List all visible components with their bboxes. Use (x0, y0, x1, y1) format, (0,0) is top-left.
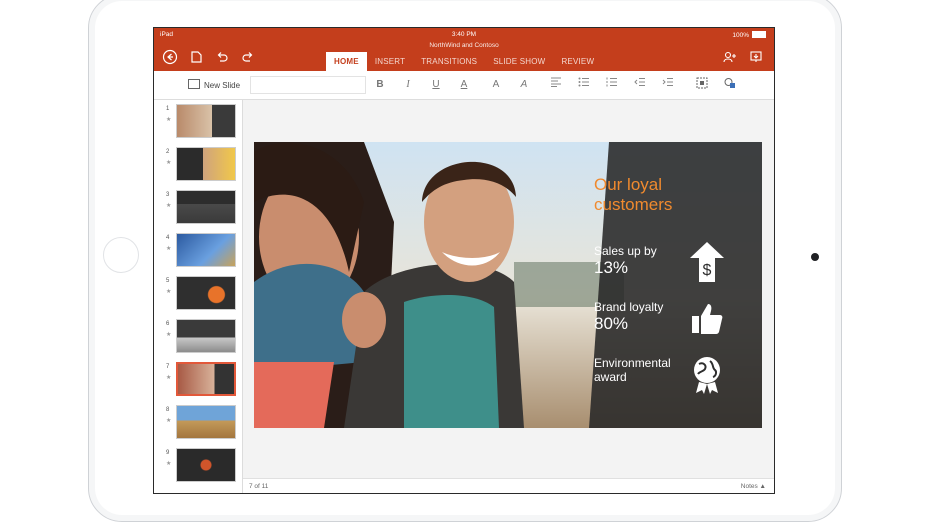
battery-status: 100% (732, 31, 766, 39)
ribbon-tabs: HOME INSERT TRANSITIONS SLIDE SHOW REVIE… (326, 52, 602, 71)
undo-icon[interactable] (214, 49, 230, 65)
globe-award-icon (690, 356, 724, 394)
thumbnail-number: 1 (166, 106, 170, 112)
select-icon[interactable] (694, 77, 710, 93)
slide-thumbnail[interactable]: 5 ★ (164, 276, 238, 312)
app-screen: iPad 3:40 PM 100% NorthWind and Contoso … (153, 27, 775, 494)
thumbnail-image (176, 362, 236, 396)
present-icon[interactable] (748, 49, 764, 65)
thumbnail-number: 8 (166, 407, 170, 413)
svg-text:$: $ (703, 262, 712, 279)
star-icon: ★ (166, 160, 172, 166)
slide-thumbnail[interactable]: 9 ★ (164, 448, 238, 484)
redo-icon[interactable] (240, 49, 256, 65)
thumbs-up-icon (690, 302, 724, 336)
stat-sales: Sales up by 13% (594, 244, 704, 278)
slide-thumbnail[interactable]: 1 ★ (164, 104, 238, 140)
bullets-icon[interactable] (576, 77, 592, 93)
home-button[interactable] (103, 237, 139, 273)
thumbnail-number: 3 (166, 192, 170, 198)
notes-toggle[interactable]: Notes ▲ (741, 483, 766, 490)
document-title: NorthWind and Contoso (429, 42, 499, 49)
star-icon: ★ (166, 375, 172, 381)
star-icon: ★ (166, 203, 172, 209)
camera (811, 253, 819, 261)
thumbnail-image (176, 448, 236, 482)
thumbnail-image (176, 233, 236, 267)
thumbnail-number: 5 (166, 278, 170, 284)
file-icon[interactable] (188, 49, 204, 65)
shapes-icon[interactable] (722, 77, 738, 93)
slide-thumbnail[interactable]: 6 ★ (164, 319, 238, 355)
new-slide-label: New Slide (204, 81, 241, 90)
stat-value: 13% (594, 258, 629, 277)
tab-insert[interactable]: INSERT (367, 52, 413, 71)
ribbon-toolbar: New Slide B I U A A A (154, 71, 774, 100)
dollar-arrow-icon: $ (690, 242, 724, 282)
star-icon: ★ (166, 289, 172, 295)
thumbnail-image (176, 104, 236, 138)
thumbnail-image (176, 190, 236, 224)
battery-icon (752, 31, 766, 38)
thumbnail-number: 2 (166, 149, 170, 155)
thumbnail-image (176, 405, 236, 439)
new-slide-button[interactable]: New Slide (188, 79, 240, 90)
thumbnail-number: 4 (166, 235, 170, 241)
stat-label: Sales up by (594, 244, 657, 258)
thumbnail-image (176, 147, 236, 181)
stat-label: Brand loyalty (594, 300, 664, 314)
tab-slide-show[interactable]: SLIDE SHOW (485, 52, 553, 71)
slide-editing-canvas[interactable]: Our loyal customers Sales up by 13% $ Br… (243, 100, 774, 493)
highlight-button[interactable]: A (488, 77, 504, 93)
back-arrow-icon[interactable] (162, 49, 178, 65)
tab-review[interactable]: REVIEW (553, 52, 602, 71)
decrease-indent-icon[interactable] (632, 77, 648, 93)
current-slide[interactable]: Our loyal customers Sales up by 13% $ Br… (254, 142, 762, 428)
thumbnail-number: 7 (166, 364, 170, 370)
add-person-icon[interactable] (722, 49, 738, 65)
slide-thumbnails-panel[interactable]: 1 ★ 2 ★ 3 ★ 4 ★ 5 ★ 6 ★ 7 ★ 8 ★ 9 ★ (154, 100, 243, 493)
tab-home[interactable]: HOME (326, 52, 367, 71)
tab-transitions[interactable]: TRANSITIONS (413, 52, 485, 71)
thumbnail-number: 6 (166, 321, 170, 327)
thumbnail-number: 9 (166, 450, 170, 456)
text-effects-button[interactable]: A (516, 77, 532, 93)
slide-thumbnail[interactable]: 3 ★ (164, 190, 238, 226)
stat-label: Environmental award (594, 356, 671, 384)
star-icon: ★ (166, 418, 172, 424)
status-footer: 7 of 11 Notes ▲ (243, 478, 774, 493)
numbering-icon[interactable] (604, 77, 620, 93)
thumbnail-image (176, 276, 236, 310)
slide-thumbnail[interactable]: 8 ★ (164, 405, 238, 441)
slide-counter: 7 of 11 (249, 483, 269, 490)
align-left-icon[interactable] (548, 77, 564, 93)
star-icon: ★ (166, 461, 172, 467)
bold-button[interactable]: B (372, 77, 388, 93)
slide-title: Our loyal customers (594, 175, 673, 214)
italic-button[interactable]: I (400, 77, 416, 93)
title-bar: NorthWind and Contoso HOME INSERT TRANSI… (154, 42, 774, 71)
star-icon: ★ (166, 117, 172, 123)
slide-thumbnail[interactable]: 2 ★ (164, 147, 238, 183)
slide-thumbnail[interactable]: 4 ★ (164, 233, 238, 269)
increase-indent-icon[interactable] (660, 77, 676, 93)
stat-brand-loyalty: Brand loyalty 80% (594, 300, 704, 334)
font-color-button[interactable]: A (456, 77, 472, 93)
stat-value: 80% (594, 314, 629, 333)
stat-environmental-award: Environmental award (594, 356, 704, 384)
star-icon: ★ (166, 332, 172, 338)
clock: 3:40 PM (451, 31, 477, 38)
thumbnail-image (176, 319, 236, 353)
status-bar: iPad 3:40 PM 100% (154, 28, 774, 42)
font-name-input[interactable] (250, 76, 366, 94)
slide-thumbnail-selected[interactable]: 7 ★ (164, 362, 238, 398)
underline-button[interactable]: U (428, 77, 444, 93)
new-slide-icon (188, 79, 200, 89)
star-icon: ★ (166, 246, 172, 252)
